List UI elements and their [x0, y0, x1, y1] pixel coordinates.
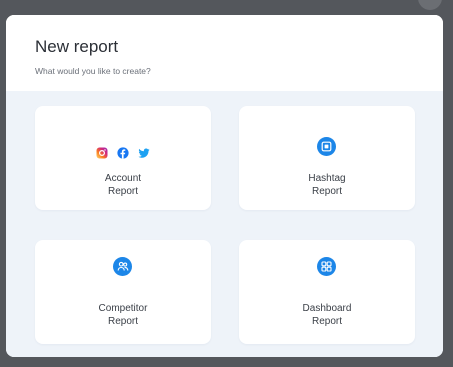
competitor-report-label: Competitor Report [35, 302, 211, 328]
report-options-panel: Account Report Hashtag Report Competitor… [6, 91, 443, 357]
account-report-label: Account Report [35, 172, 211, 198]
card-label-line2: Report [311, 316, 342, 327]
card-label-line1: Competitor [98, 303, 148, 314]
card-label-line1: Hashtag [308, 173, 346, 184]
twitter-icon [138, 147, 150, 159]
competitor-report-card[interactable]: Competitor Report [35, 240, 211, 344]
card-label-line2: Report [107, 186, 138, 197]
modal-title: New report [35, 37, 119, 56]
dashboard-report-label: Dashboard Report [239, 302, 415, 328]
facebook-icon [117, 147, 129, 159]
card-label-line1: Account [104, 173, 142, 184]
account-report-card[interactable]: Account Report [35, 106, 211, 210]
dashboard-report-card[interactable]: Dashboard Report [239, 240, 415, 344]
competitor-users-icon [113, 257, 132, 276]
hashtag-report-icon [317, 137, 336, 156]
new-report-modal: New report What would you like to create… [6, 15, 443, 357]
hashtag-report-label: Hashtag Report [239, 172, 415, 198]
card-label-line2: Report [107, 316, 138, 327]
card-label-line1: Dashboard [302, 303, 352, 314]
hashtag-report-card[interactable]: Hashtag Report [239, 106, 415, 210]
card-label-line2: Report [311, 186, 342, 197]
social-icons-row [35, 147, 211, 159]
modal-subtitle: What would you like to create? [35, 66, 151, 76]
dashboard-grid-icon [317, 257, 336, 276]
instagram-icon [96, 147, 108, 159]
modal-header: New report What would you like to create… [6, 15, 443, 91]
